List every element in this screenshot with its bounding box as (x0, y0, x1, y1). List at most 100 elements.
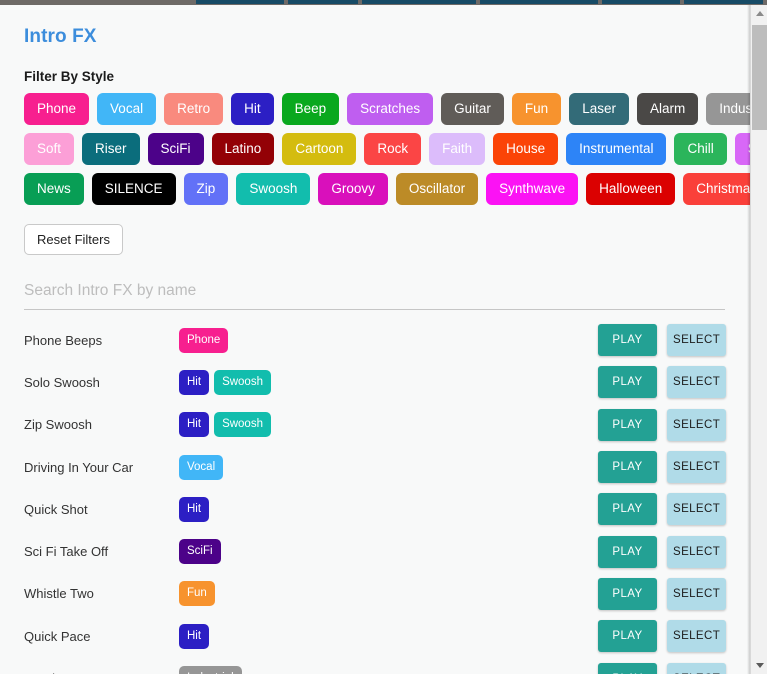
fx-row-actions: PLAY SELECT (598, 620, 726, 653)
fx-tag-group: Hit Swoosh (179, 369, 598, 395)
fx-tag-vocal[interactable]: Vocal (179, 454, 224, 480)
play-button[interactable]: PLAY (598, 577, 657, 610)
play-button[interactable]: PLAY (598, 408, 657, 441)
browser-tab[interactable] (684, 0, 763, 4)
browser-tab[interactable] (601, 0, 681, 4)
filter-tag-guitar[interactable]: Guitar (441, 93, 504, 125)
browser-tab[interactable] (196, 0, 285, 4)
select-button[interactable]: SELECT (667, 408, 726, 441)
play-button[interactable]: PLAY (598, 535, 657, 568)
select-button[interactable]: SELECT (667, 451, 726, 484)
select-button[interactable]: SELECT (667, 662, 726, 674)
filter-tag-series[interactable]: SERIES (734, 133, 750, 165)
filter-tag-halloween[interactable]: Halloween (586, 173, 676, 205)
fx-name: Quick Shot (24, 501, 88, 517)
filter-tag-vocal[interactable]: Vocal (97, 93, 157, 125)
browser-tab[interactable] (480, 0, 598, 4)
filter-tag-hit[interactable]: Hit (231, 93, 274, 125)
page-title: Intro FX (24, 26, 97, 47)
fx-row-actions: PLAY SELECT (598, 493, 726, 526)
fx-name: Sci Fi Take Off (24, 544, 109, 560)
filter-tag-instrumental[interactable]: Instrumental (566, 133, 667, 165)
filter-tag-industrial[interactable]: Industrial (706, 93, 750, 125)
filter-tag-christmas[interactable]: Christmas (683, 173, 750, 205)
fx-tag-hit[interactable]: Hit (179, 412, 210, 438)
fx-list-row: Sci Fi Take Off SciFi PLAY SELECT (24, 530, 726, 572)
fx-tag-swoosh[interactable]: Swoosh (214, 369, 271, 395)
search-input[interactable] (24, 279, 725, 310)
select-button[interactable]: SELECT (667, 577, 726, 610)
select-button[interactable]: SELECT (667, 324, 726, 357)
fx-tag-group: Hit Swoosh (179, 412, 598, 438)
browser-tab[interactable] (362, 0, 477, 4)
play-button[interactable]: PLAY (598, 493, 657, 526)
fx-list-row: Crank Me UpIndustrialPLAYSELECT (24, 657, 726, 674)
fx-list-row: Quick Pace Hit PLAY SELECT (24, 615, 726, 657)
filter-by-style-heading: Filter By Style (24, 69, 115, 84)
play-button[interactable]: PLAY (598, 366, 657, 399)
fx-tag-hit[interactable]: Hit (179, 369, 210, 395)
filter-tag-fun[interactable]: Fun (511, 93, 562, 125)
filter-tag-synthwave[interactable]: Synthwave (486, 173, 579, 205)
fx-tag-scifi[interactable]: SciFi (179, 539, 221, 565)
select-button[interactable]: SELECT (667, 535, 726, 568)
filter-tag-row: News SILENCE Zip Swoosh Groovy Oscillator Synt… (24, 173, 750, 205)
filter-tag-scifi[interactable]: SciFi (147, 133, 204, 165)
filter-tag-laser[interactable]: Laser (569, 93, 629, 125)
select-button[interactable]: SELECT (667, 366, 726, 399)
fx-list-row: Zip Swoosh Hit Swoosh PLAY SELECT (24, 404, 726, 446)
play-button[interactable]: PLAY (598, 451, 657, 484)
fx-list-row: Quick Shot Hit PLAY SELECT (24, 488, 726, 530)
filter-tag-alarm[interactable]: Alarm (636, 93, 699, 125)
filter-tag-retro[interactable]: Retro (164, 93, 224, 125)
fx-tag-group: Hit (179, 623, 598, 649)
browser-viewport: Intro FX Filter By Style Phone Vocal Retro… (0, 0, 767, 674)
filter-tag-swoosh[interactable]: Swoosh (236, 173, 311, 205)
fx-tag-phone[interactable]: Phone (179, 327, 229, 353)
browser-tab[interactable] (288, 0, 359, 4)
select-button[interactable]: SELECT (667, 493, 726, 526)
fx-list-row: Phone Beeps Phone PLAY SELECT (24, 319, 726, 361)
fx-row-actions: PLAY SELECT (598, 451, 726, 484)
filter-tag-faith[interactable]: Faith (429, 133, 486, 165)
filter-tag-riser[interactable]: Riser (82, 133, 140, 165)
filter-tag-soft[interactable]: Soft (24, 133, 75, 165)
filter-tag-scratches[interactable]: Scratches (347, 93, 434, 125)
filter-tag-latino[interactable]: Latino (211, 133, 275, 165)
fx-row-actions: PLAY SELECT (598, 324, 726, 357)
fx-name: Solo Swoosh (24, 374, 100, 390)
fx-list-row: Driving In Your Car Vocal PLAY SELECT (24, 446, 726, 488)
vertical-scrollbar[interactable] (750, 5, 767, 674)
filter-tag-oscillator[interactable]: Oscillator (395, 173, 479, 205)
filter-tag-silence[interactable]: SILENCE (91, 173, 176, 205)
fx-tag-hit[interactable]: Hit (179, 496, 210, 522)
filter-tag-chill[interactable]: Chill (674, 133, 727, 165)
page-surface: Intro FX Filter By Style Phone Vocal Retro… (0, 5, 750, 674)
filter-tag-groovy[interactable]: Groovy (318, 173, 388, 205)
filter-tag-zip[interactable]: Zip (183, 173, 229, 205)
filter-tag-row: Phone Vocal Retro Hit Beep Scratches Guitar Fun… (24, 93, 750, 125)
filter-tag-phone[interactable]: Phone (24, 93, 90, 125)
reset-filters-button[interactable]: Reset Filters (24, 224, 123, 255)
fx-tag-group: Hit (179, 496, 598, 522)
fx-tag-fun[interactable]: Fun (179, 581, 215, 607)
filter-tag-beep[interactable]: Beep (281, 93, 340, 125)
search-container (24, 279, 726, 310)
filter-tag-house[interactable]: House (493, 133, 559, 165)
filter-tag-news[interactable]: News (24, 173, 84, 205)
select-button[interactable]: SELECT (667, 620, 726, 653)
scrollbar-thumb[interactable] (752, 25, 767, 130)
scroll-down-arrow-icon[interactable] (751, 657, 767, 674)
filter-tag-row: Soft Riser SciFi Latino Cartoon Rock Faith Hous… (24, 133, 750, 165)
scroll-up-arrow-icon[interactable] (751, 5, 767, 22)
play-button[interactable]: PLAY (598, 620, 657, 653)
filter-tag-rock[interactable]: Rock (364, 133, 422, 165)
fx-list-row: Whistle Two Fun PLAY SELECT (24, 573, 726, 615)
play-button[interactable]: PLAY (598, 662, 657, 674)
play-button[interactable]: PLAY (598, 324, 657, 357)
fx-row-actions: PLAY SELECT (598, 408, 726, 441)
fx-tag-industrial[interactable]: Industrial (179, 666, 242, 674)
fx-tag-hit[interactable]: Hit (179, 623, 210, 649)
filter-tag-cartoon[interactable]: Cartoon (282, 133, 357, 165)
fx-tag-swoosh[interactable]: Swoosh (214, 412, 271, 438)
